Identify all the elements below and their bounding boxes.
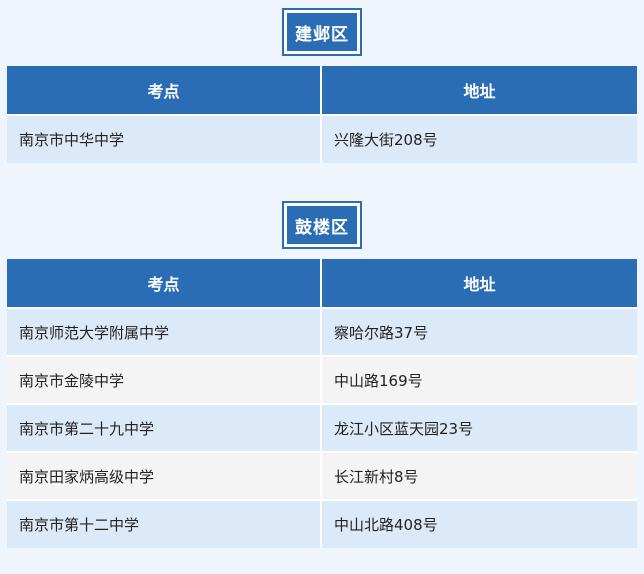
exam-site-table-gulou: 考点 地址 南京师范大学附属中学 察哈尔路37号 南京市金陵中学 中山路169号… bbox=[7, 259, 637, 548]
site-name-cell: 南京市中华中学 bbox=[7, 114, 322, 163]
table-row: 南京市第二十九中学 龙江小区蓝天园23号 bbox=[7, 403, 637, 452]
address-cell: 长江新村8号 bbox=[321, 451, 637, 500]
site-name-cell: 南京田家炳高级中学 bbox=[7, 451, 322, 500]
table-header-row: 考点 地址 bbox=[7, 66, 637, 115]
site-name-cell: 南京市金陵中学 bbox=[7, 355, 322, 404]
site-name-cell: 南京师范大学附属中学 bbox=[7, 307, 322, 356]
table-row: 南京市第十二中学 中山北路408号 bbox=[7, 499, 637, 548]
column-header-site: 考点 bbox=[7, 66, 322, 115]
district-badge-gulou: 鼓楼区 bbox=[282, 201, 362, 249]
table-header-row: 考点 地址 bbox=[7, 259, 637, 308]
table-row: 南京市中华中学 兴隆大街208号 bbox=[7, 114, 637, 163]
address-cell: 龙江小区蓝天园23号 bbox=[321, 403, 637, 452]
table-row: 南京市金陵中学 中山路169号 bbox=[7, 355, 637, 404]
district-title: 鼓楼区 bbox=[287, 206, 357, 244]
district-badge-jianye: 建邺区 bbox=[282, 8, 362, 56]
address-cell: 中山北路408号 bbox=[321, 499, 637, 548]
address-cell: 察哈尔路37号 bbox=[321, 307, 637, 356]
site-name-cell: 南京市第十二中学 bbox=[7, 499, 322, 548]
column-header-address: 地址 bbox=[321, 259, 637, 308]
column-header-site: 考点 bbox=[7, 259, 322, 308]
exam-site-table-jianye: 考点 地址 南京市中华中学 兴隆大街208号 bbox=[7, 66, 637, 163]
table-row: 南京田家炳高级中学 长江新村8号 bbox=[7, 451, 637, 500]
column-header-address: 地址 bbox=[321, 66, 637, 115]
address-cell: 兴隆大街208号 bbox=[321, 114, 637, 163]
table-row: 南京师范大学附属中学 察哈尔路37号 bbox=[7, 307, 637, 356]
district-title: 建邺区 bbox=[287, 13, 357, 51]
address-cell: 中山路169号 bbox=[321, 355, 637, 404]
site-name-cell: 南京市第二十九中学 bbox=[7, 403, 322, 452]
